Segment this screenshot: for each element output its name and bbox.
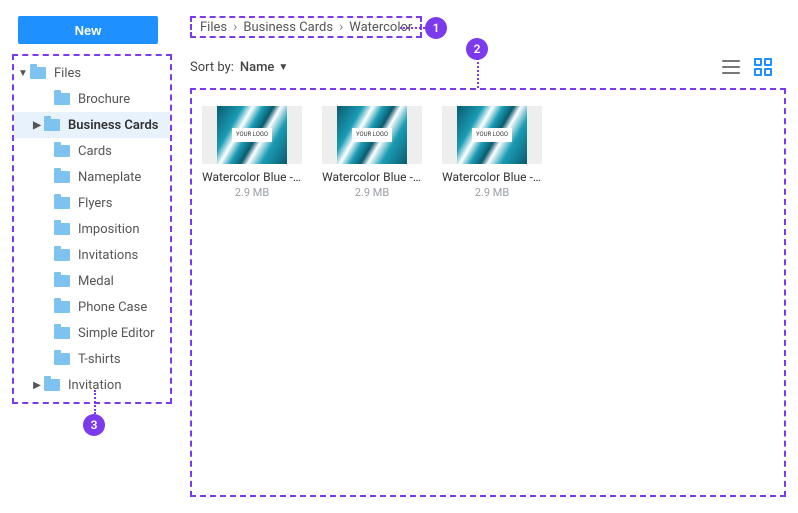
folder-icon (54, 93, 70, 105)
tree-item-invitations[interactable]: Invitations (14, 242, 170, 268)
caret-right-icon: ▶ (32, 380, 42, 391)
tree-root-label: Files (54, 66, 81, 81)
tree-item-label: Business Cards (68, 118, 158, 133)
caret-right-icon: ▶ (32, 120, 42, 131)
view-toggle (720, 56, 786, 78)
folder-icon (54, 171, 70, 183)
annotation-marker-1: 1 (425, 17, 447, 39)
tree-item-nameplate[interactable]: Nameplate (14, 164, 170, 190)
grid-view-button[interactable] (752, 56, 774, 78)
thumb-badge: YOUR LOGO (232, 128, 272, 142)
app-root: New ▼ Files Brochure ▶ Business Cards Ca… (0, 0, 798, 513)
tree-item-label: Medal (78, 274, 114, 289)
breadcrumb: Files › Business Cards › Watercolor (190, 16, 422, 38)
folder-icon (54, 197, 70, 209)
tree-item-label: Simple Editor (78, 326, 155, 341)
file-card[interactable]: YOUR LOGO Watercolor Blue - ... 2.9 MB (442, 106, 542, 199)
sort-value: Name (240, 60, 275, 75)
file-thumbnail: YOUR LOGO (202, 106, 302, 164)
folder-icon (54, 327, 70, 339)
thumb-badge: YOUR LOGO (352, 128, 392, 142)
file-size: 2.9 MB (442, 186, 542, 199)
folder-icon (44, 119, 60, 131)
file-card[interactable]: YOUR LOGO Watercolor Blue - ... 2.9 MB (322, 106, 422, 199)
annotation-marker-2: 2 (466, 38, 488, 60)
tree-item-label: Invitations (78, 248, 138, 263)
tree-item-business-cards[interactable]: ▶ Business Cards (14, 112, 170, 138)
annotation-connector (400, 27, 425, 29)
sort-control[interactable]: Sort by: Name ▼ (190, 60, 288, 75)
file-grid: YOUR LOGO Watercolor Blue - ... 2.9 MB Y… (190, 88, 786, 497)
tree-item-label: T-shirts (78, 352, 121, 367)
breadcrumb-item[interactable]: Files (200, 20, 227, 35)
tree-item-phone-case[interactable]: Phone Case (14, 294, 170, 320)
folder-icon (54, 249, 70, 261)
file-size: 2.9 MB (322, 186, 422, 199)
file-size: 2.9 MB (202, 186, 302, 199)
folder-tree: ▼ Files Brochure ▶ Business Cards Cards (12, 54, 172, 404)
folder-icon (54, 223, 70, 235)
folder-icon (54, 301, 70, 313)
tree-item-brochure[interactable]: Brochure (14, 86, 170, 112)
sort-label: Sort by: (190, 60, 234, 75)
annotation-connector (94, 390, 96, 414)
tree-item-label: Imposition (78, 222, 140, 237)
tree-item-label: Flyers (78, 196, 112, 211)
caret-down-icon: ▼ (278, 62, 288, 73)
grid-icon (754, 58, 772, 76)
file-name: Watercolor Blue - ... (322, 170, 422, 184)
tree-item-label: Nameplate (78, 170, 141, 185)
new-button[interactable]: New (18, 16, 158, 44)
folder-icon (54, 145, 70, 157)
file-thumbnail: YOUR LOGO (322, 106, 422, 164)
tree-item-label: Cards (78, 144, 112, 159)
file-name: Watercolor Blue - ... (442, 170, 542, 184)
caret-down-icon: ▼ (18, 68, 28, 79)
folder-icon (54, 275, 70, 287)
folder-icon (44, 379, 60, 391)
tree-root-files[interactable]: ▼ Files (14, 60, 170, 86)
file-thumbnail: YOUR LOGO (442, 106, 542, 164)
tree-item-medal[interactable]: Medal (14, 268, 170, 294)
tree-item-tshirts[interactable]: T-shirts (14, 346, 170, 372)
chevron-right-icon: › (339, 19, 343, 35)
tree-item-imposition[interactable]: Imposition (14, 216, 170, 242)
main-panel: Files › Business Cards › Watercolor Sort… (172, 16, 786, 497)
file-card[interactable]: YOUR LOGO Watercolor Blue - ... 2.9 MB (202, 106, 302, 199)
list-icon (722, 60, 740, 74)
annotation-connector (477, 58, 479, 88)
breadcrumb-item[interactable]: Business Cards (243, 20, 333, 35)
tree-item-simple-editor[interactable]: Simple Editor (14, 320, 170, 346)
chevron-right-icon: › (233, 19, 237, 35)
tree-item-cards[interactable]: Cards (14, 138, 170, 164)
folder-icon (54, 353, 70, 365)
folder-icon (30, 67, 46, 79)
tree-item-label: Brochure (78, 92, 130, 107)
thumb-badge: YOUR LOGO (472, 128, 512, 142)
file-name: Watercolor Blue - ... (202, 170, 302, 184)
annotation-marker-3: 3 (83, 414, 105, 436)
tree-item-invitation[interactable]: ▶ Invitation (14, 372, 170, 398)
list-view-button[interactable] (720, 56, 742, 78)
tree-item-flyers[interactable]: Flyers (14, 190, 170, 216)
tree-item-label: Phone Case (78, 300, 147, 315)
